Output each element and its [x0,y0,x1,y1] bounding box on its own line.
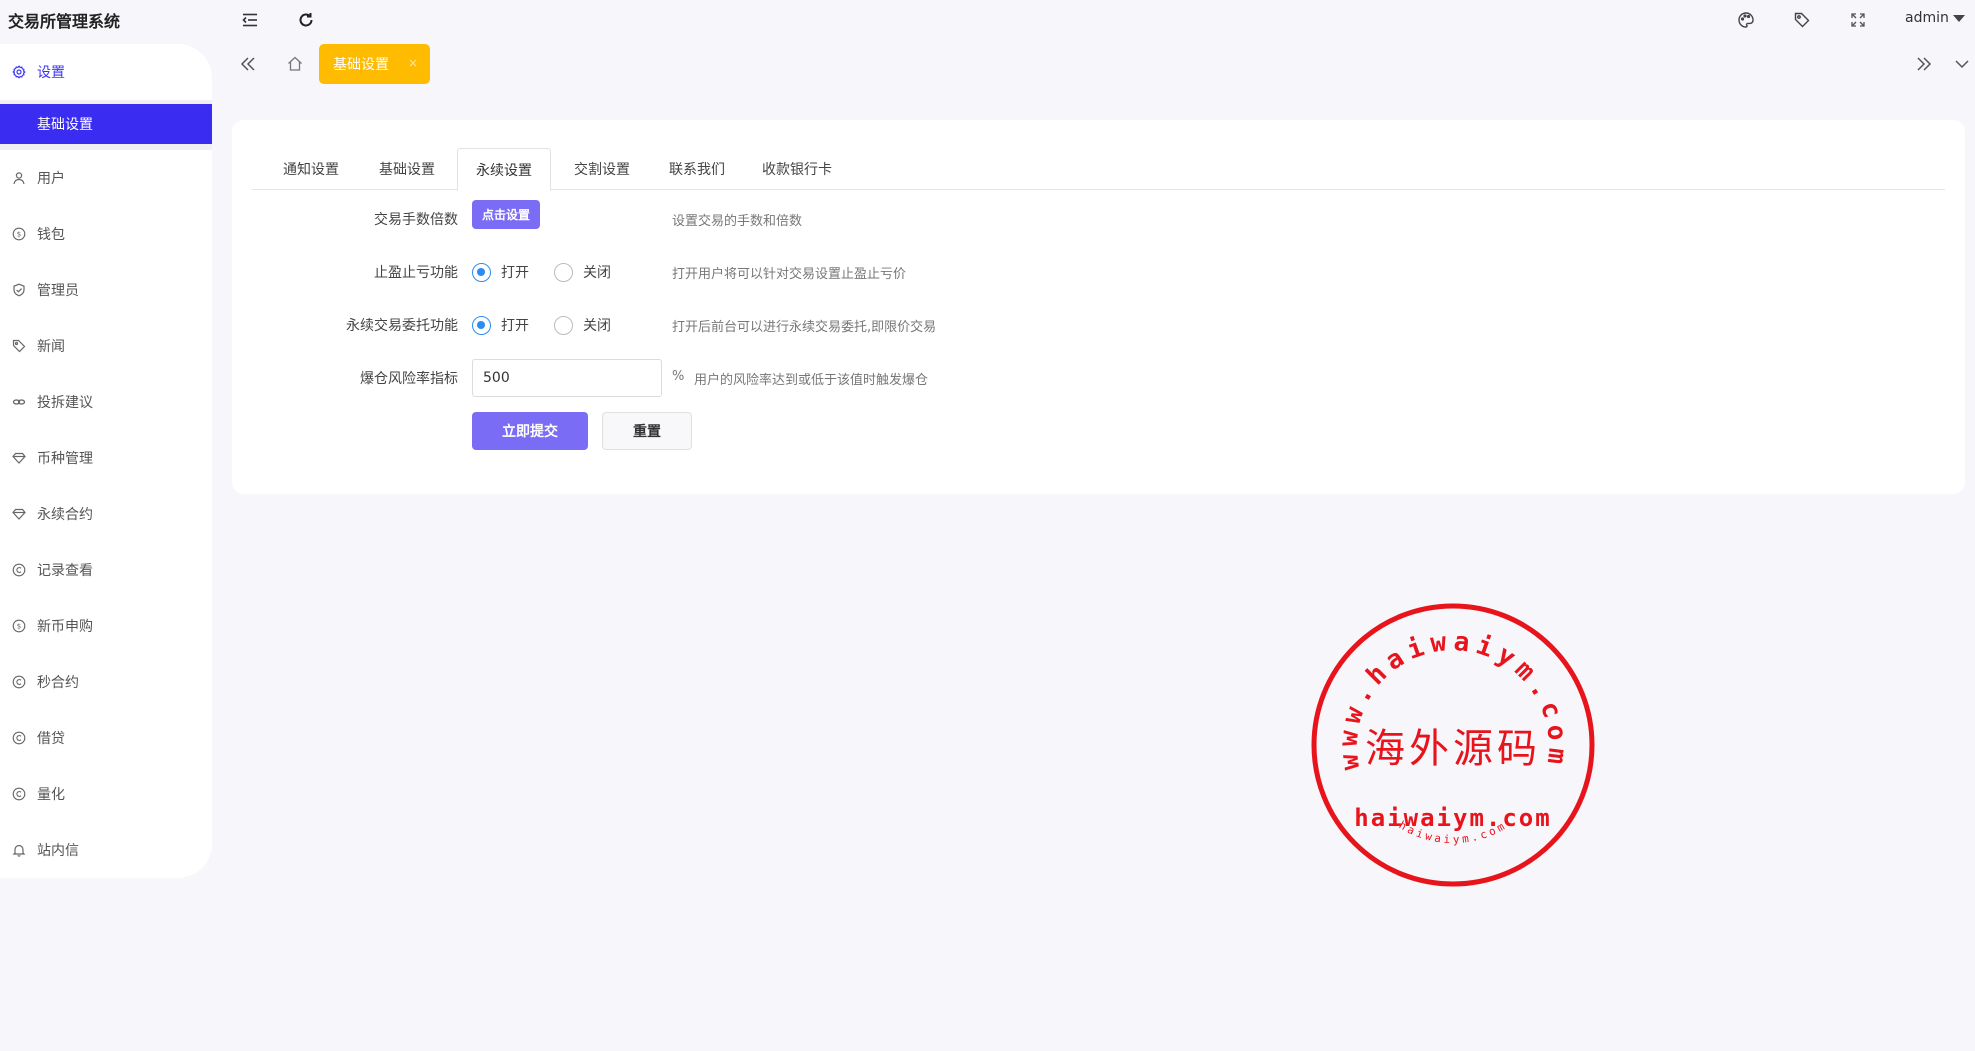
radio-checked-icon [472,262,491,282]
settings-tabs: 通知设置 基础设置 永续设置 交割设置 联系我们 收款银行卡 [252,148,1945,191]
sidebar-item-wallet[interactable]: $ 钱包 [0,214,212,254]
user-menu[interactable]: admin [1905,10,1965,26]
dollar-icon: $ [11,226,27,242]
sidebar-item-records[interactable]: 记录查看 [0,550,212,590]
liquidation-risk-input[interactable] [472,359,662,397]
tab-contact-us[interactable]: 联系我们 [652,148,742,190]
reset-button[interactable]: 重置 [602,412,692,450]
app-title: 交易所管理系统 [8,12,121,31]
bell-icon [11,842,27,858]
dollar-icon: $ [11,618,27,634]
sidebar-item-label: 钱包 [37,227,65,243]
radio-label: 打开 [501,265,529,281]
copyright-icon [11,562,27,578]
fullscreen-icon[interactable] [1846,8,1870,32]
copyright-icon [11,674,27,690]
fee-multiplier-hint: 设置交易的手数和倍数 [672,214,803,229]
sidebar-item-label: 永续合约 [37,507,93,523]
perpetual-order-on-radio[interactable]: 打开 [472,315,529,335]
sidebar-item-new-coin-subscription[interactable]: $ 新币申购 [0,606,212,646]
caret-down-icon [1952,14,1965,22]
sidebar-item-label: 用户 [37,171,65,187]
sidebar-item-second-contract[interactable]: 秒合约 [0,662,212,702]
stamp-bottom-text: haiwaiym.com [1354,804,1551,832]
user-icon [11,170,27,186]
theme-palette-icon[interactable] [1734,8,1758,32]
tab-basic-settings[interactable]: 基础设置 × [319,44,430,84]
set-multiplier-button[interactable]: 点击设置 [472,200,540,229]
home-icon[interactable] [283,52,307,76]
scroll-right-icon[interactable] [1912,52,1936,76]
link-icon [11,394,27,410]
tag-icon [11,338,27,354]
copyright-icon [11,730,27,746]
perpetual-order-hint: 打开后前台可以进行永续交易委托,即限价交易 [672,320,937,335]
radio-label: 关闭 [583,265,611,281]
sidebar-item-perpetual[interactable]: 永续合约 [0,494,212,534]
sidebar-subitem-basic-settings[interactable]: 基础设置 [0,104,212,144]
sidebar-item-label: 新闻 [37,339,65,355]
username: admin [1905,10,1949,26]
sidebar-item-label: 投拆建议 [37,395,93,411]
tab-perpetual-settings[interactable]: 永续设置 [457,148,551,191]
radio-checked-icon [472,315,491,335]
watermark-stamp: www.haiwaiym.com 海外源码 haiwaiym.com haiwa… [1311,603,1595,887]
settings-card: 通知设置 基础设置 永续设置 交割设置 联系我们 收款银行卡 交易手数倍数 点击… [232,120,1965,494]
svg-text:$: $ [17,231,21,239]
submit-button[interactable]: 立即提交 [472,412,588,450]
tp-sl-off-radio[interactable]: 关闭 [554,262,611,282]
scroll-left-icon[interactable] [236,52,260,76]
tp-sl-on-radio[interactable]: 打开 [472,262,529,282]
perpetual-order-label: 永续交易委托功能 [346,318,458,334]
sidebar-item-label: 设置 [37,65,65,81]
menu-fold-icon[interactable] [238,8,262,32]
perpetual-order-off-radio[interactable]: 关闭 [554,315,611,335]
percent-unit: % [672,369,685,384]
sidebar-item-label: 新币申购 [37,619,93,635]
sidebar-item-quant[interactable]: 量化 [0,774,212,814]
sidebar-item-label: 量化 [37,787,65,803]
tag-icon[interactable] [1790,8,1814,32]
diamond-icon [11,450,27,466]
top-header: 交易所管理系统 admin [0,0,1975,40]
sidebar-item-label: 借贷 [37,731,65,747]
fee-multiplier-label: 交易手数倍数 [374,212,458,228]
tab-label: 基础设置 [333,57,389,73]
tab-delivery-settings[interactable]: 交割设置 [557,148,647,190]
sidebar-item-label: 站内信 [37,843,79,859]
tp-sl-hint: 打开用户将可以针对交易设置止盈止亏价 [672,267,907,282]
sidebar-item-currencies[interactable]: 币种管理 [0,438,212,478]
radio-unchecked-icon [554,262,573,282]
sidebar-item-users[interactable]: 用户 [0,158,212,198]
stamp-center-text: 海外源码 [1365,726,1541,772]
sidebar-item-messages[interactable]: 站内信 [0,830,212,870]
tab-bank-card[interactable]: 收款银行卡 [742,148,852,190]
liquidation-risk-label: 爆仓风险率指标 [360,371,458,387]
sidebar-item-settings[interactable]: 设置 [0,52,212,92]
diamond-icon [11,506,27,522]
sidebar-item-feedback[interactable]: 投拆建议 [0,382,212,422]
shield-icon [11,282,27,298]
radio-label: 打开 [501,318,529,334]
sidebar-item-admins[interactable]: 管理员 [0,270,212,310]
sidebar-item-news[interactable]: 新闻 [0,326,212,366]
svg-text:$: $ [17,623,21,631]
sidebar-item-label: 秒合约 [37,675,79,691]
sidebar-item-label: 记录查看 [37,563,93,579]
sidebar-item-label: 管理员 [37,283,79,299]
tab-notification-settings[interactable]: 通知设置 [266,148,356,190]
close-icon[interactable]: × [408,56,418,70]
liquidation-risk-hint: 用户的风险率达到或低于该值时触发爆仓 [694,373,929,388]
chevron-down-icon[interactable] [1950,52,1974,76]
radio-unchecked-icon [554,315,573,335]
sidebar-item-label: 币种管理 [37,451,93,467]
gear-icon [11,64,27,80]
sidebar-item-loans[interactable]: 借贷 [0,718,212,758]
copyright-icon [11,786,27,802]
tp-sl-label: 止盈止亏功能 [374,265,458,281]
tab-basic-settings-inner[interactable]: 基础设置 [362,148,452,190]
refresh-icon[interactable] [294,8,318,32]
radio-label: 关闭 [583,318,611,334]
